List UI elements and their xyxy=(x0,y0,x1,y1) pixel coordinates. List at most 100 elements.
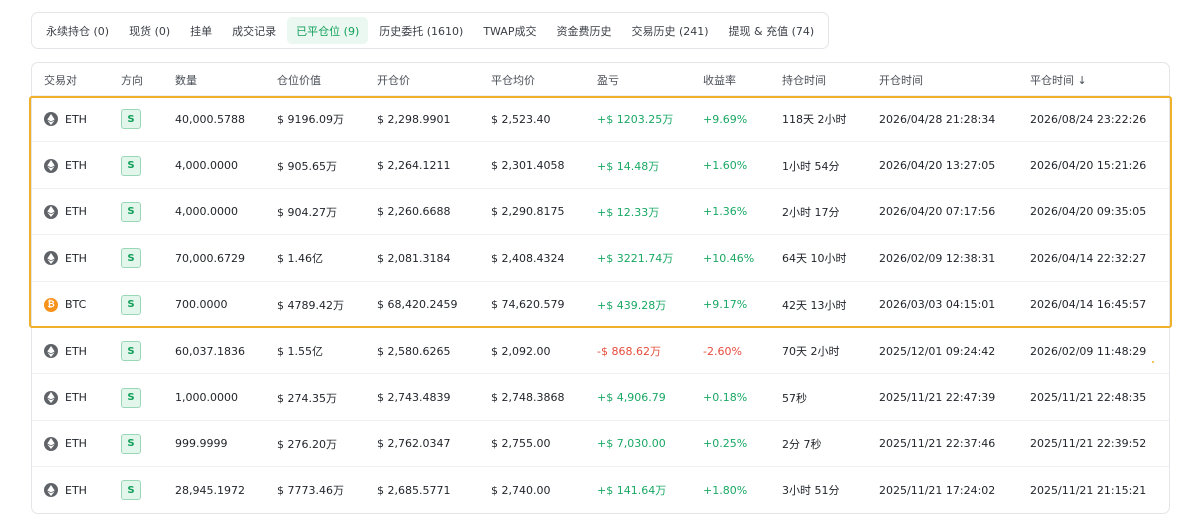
header-direction: 方向 xyxy=(121,73,143,87)
direction-cell: S xyxy=(121,235,141,281)
eth-coin-icon xyxy=(44,390,58,405)
open-time-cell: 2026/04/20 13:27:05 xyxy=(879,159,996,173)
pair-label: ETH xyxy=(65,344,87,358)
eth-coin-icon xyxy=(44,483,58,498)
table-row[interactable]: ETH S 999.9999 $ 276.20万 $ 2,762.0347 $ 2,755… xyxy=(32,421,1169,468)
pnl-cell: +$ 439.28万 xyxy=(597,298,667,312)
table-row[interactable]: ETH S 70,000.6729 $ 1.46亿 $ 2,081.3184 $ 2,40… xyxy=(32,235,1169,282)
value-cell: $ 1.55亿 xyxy=(277,345,323,359)
pair-cell: ETH xyxy=(44,328,87,374)
direction-badge: S xyxy=(121,155,141,176)
roi-cell: +9.69% xyxy=(703,112,748,126)
tab-5[interactable]: 历史委托 (1610) xyxy=(370,17,472,44)
open-time-cell: 2025/11/21 17:24:02 xyxy=(879,483,996,497)
hold-time-cell: 42天 13小时 xyxy=(782,298,847,312)
hold-time-cell: 1小时 54分 xyxy=(782,159,840,173)
table-row[interactable]: ETH S 40,000.5788 $ 9196.09万 $ 2,298.9901 $ 2… xyxy=(32,96,1169,143)
table-row[interactable]: ETH S 60,037.1836 $ 1.55亿 $ 2,580.6265 $ 2,09… xyxy=(32,328,1169,375)
close-time-cell: 2026/02/09 11:48:29 xyxy=(1030,344,1147,358)
direction-badge: S xyxy=(121,480,141,501)
eth-coin-icon xyxy=(44,158,58,173)
open-price-cell: $ 2,081.3184 xyxy=(377,251,451,265)
pair-cell: ETH xyxy=(44,467,87,513)
pnl-cell: +$ 12.33万 xyxy=(597,205,660,219)
eth-coin-icon xyxy=(44,436,58,451)
hold-time-cell: 118天 2小时 xyxy=(782,113,847,127)
tab-3[interactable]: 成交记录 xyxy=(223,17,285,44)
header-open-price: 开仓价 xyxy=(377,73,410,87)
pnl-cell: +$ 141.64万 xyxy=(597,484,667,498)
pair-cell: ETH xyxy=(44,235,87,281)
header-value: 仓位价值 xyxy=(277,73,321,87)
tab-7[interactable]: 资金费历史 xyxy=(547,17,620,44)
pair-label: ETH xyxy=(65,483,87,497)
header-close-price: 平仓均价 xyxy=(491,73,535,87)
value-cell: $ 904.27万 xyxy=(277,205,337,219)
tab-2[interactable]: 挂单 xyxy=(181,17,221,44)
hold-time-cell: 70天 2小时 xyxy=(782,345,840,359)
direction-badge: S xyxy=(121,387,141,408)
close-price-cell: $ 2,092.00 xyxy=(491,344,551,358)
direction-cell: S xyxy=(121,282,141,328)
close-time-cell: 2026/04/20 15:21:26 xyxy=(1030,159,1147,173)
header-open-time: 开仓时间 xyxy=(879,73,923,87)
roi-cell: +10.46% xyxy=(703,251,755,265)
tab-0[interactable]: 永续持仓 (0) xyxy=(37,17,118,44)
qty-cell: 1,000.0000 xyxy=(175,391,238,405)
tab-6[interactable]: TWAP成交 xyxy=(474,17,545,44)
btc-coin-icon: ₿ xyxy=(44,297,58,312)
table-row[interactable]: ETH S 28,945.1972 $ 7773.46万 $ 2,685.5771 $ 2… xyxy=(32,467,1169,513)
pnl-cell: +$ 3221.74万 xyxy=(597,252,674,266)
open-price-cell: $ 2,260.6688 xyxy=(377,205,451,219)
header-pnl: 盈亏 xyxy=(597,73,619,87)
qty-cell: 28,945.1972 xyxy=(175,483,245,497)
direction-badge: S xyxy=(121,201,141,222)
close-time-cell: 2025/11/21 22:39:52 xyxy=(1030,437,1147,451)
pair-label: ETH xyxy=(65,437,87,451)
close-time-cell: 2025/11/21 21:15:21 xyxy=(1030,483,1147,497)
tab-4[interactable]: 已平仓位 (9) xyxy=(287,17,369,44)
direction-cell: S xyxy=(121,96,141,142)
close-price-cell: $ 74,620.579 xyxy=(491,298,565,312)
roi-cell: +1.36% xyxy=(703,205,748,219)
roi-cell: -2.60% xyxy=(703,344,742,358)
direction-cell: S xyxy=(121,189,141,235)
table-row[interactable]: ETH S 4,000.0000 $ 905.65万 $ 2,264.1211 $ 2,3… xyxy=(32,142,1169,189)
tab-9[interactable]: 提现 & 充值 (74) xyxy=(720,17,824,44)
table-row[interactable]: ETH S 4,000.0000 $ 904.27万 $ 2,260.6688 $ 2,2… xyxy=(32,189,1169,236)
qty-cell: 4,000.0000 xyxy=(175,159,238,173)
tab-1[interactable]: 现货 (0) xyxy=(120,17,179,44)
direction-cell: S xyxy=(121,421,141,467)
open-price-cell: $ 68,420.2459 xyxy=(377,298,458,312)
open-time-cell: 2025/11/21 22:47:39 xyxy=(879,391,996,405)
pnl-cell: +$ 14.48万 xyxy=(597,159,660,173)
roi-cell: +1.80% xyxy=(703,483,748,497)
table-row[interactable]: ₿ BTC S 700.0000 $ 4789.42万 $ 68,420.2459 $ 74… xyxy=(32,282,1169,328)
pair-cell: ETH xyxy=(44,142,87,188)
header-hold-time: 持仓时间 xyxy=(782,73,826,87)
close-price-cell: $ 2,290.8175 xyxy=(491,205,565,219)
orange-dot xyxy=(1152,361,1154,363)
hold-time-cell: 57秒 xyxy=(782,391,807,405)
header-roi: 收益率 xyxy=(703,73,736,87)
roi-cell: +9.17% xyxy=(703,298,748,312)
hold-time-cell: 3小时 51分 xyxy=(782,484,840,498)
roi-cell: +1.60% xyxy=(703,159,748,173)
header-pair: 交易对 xyxy=(44,73,77,87)
header-close-time[interactable]: 平仓时间 ↓ xyxy=(1030,63,1087,96)
close-price-cell: $ 2,408.4324 xyxy=(491,251,565,265)
hold-time-cell: 2分 7秒 xyxy=(782,437,822,451)
tab-8[interactable]: 交易历史 (241) xyxy=(622,17,717,44)
table-row[interactable]: ETH S 1,000.0000 $ 274.35万 $ 2,743.4839 $ 2,7… xyxy=(32,374,1169,421)
eth-coin-icon xyxy=(44,204,58,219)
pair-label: BTC xyxy=(65,298,87,312)
value-cell: $ 9196.09万 xyxy=(277,113,344,127)
value-cell: $ 274.35万 xyxy=(277,391,337,405)
open-price-cell: $ 2,762.0347 xyxy=(377,437,451,451)
direction-cell: S xyxy=(121,374,141,420)
direction-badge: S xyxy=(121,248,141,269)
pair-label: ETH xyxy=(65,391,87,405)
value-cell: $ 905.65万 xyxy=(277,159,337,173)
value-cell: $ 276.20万 xyxy=(277,437,337,451)
eth-coin-icon xyxy=(44,344,58,359)
